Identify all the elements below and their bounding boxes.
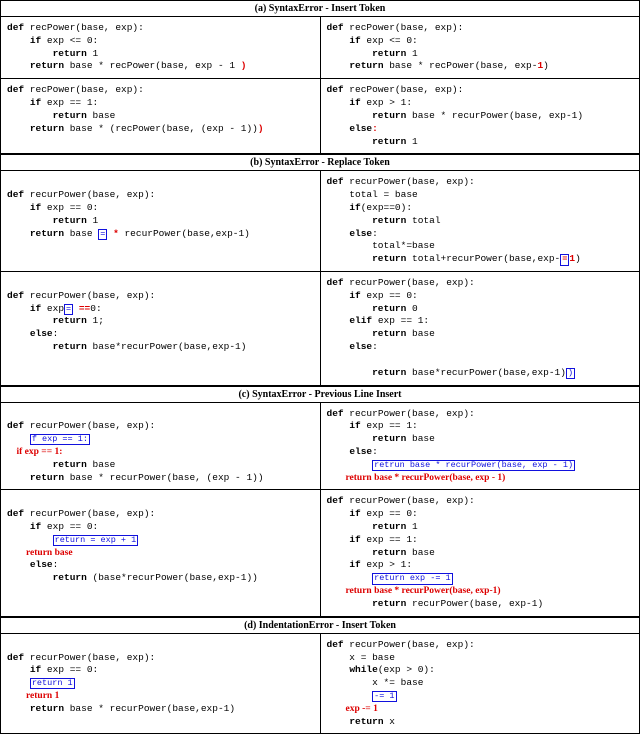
insert-token: ) (241, 60, 247, 71)
cell-b1-left: def recurPower(base, exp): if exp == 0: … (1, 171, 320, 271)
row-d1: def recurPower(base, exp): if exp == 0: … (1, 634, 639, 734)
kw-def: def (7, 22, 24, 33)
orig-token-box: = (98, 229, 107, 240)
section-c-header: (c) SyntaxError - Previous Line Insert (1, 386, 639, 403)
replace-token: 1 (569, 253, 575, 264)
orig-token-box: = (560, 254, 569, 265)
row-a2: def recPower(base, exp): if exp == 1: re… (1, 79, 639, 154)
figure-table: (a) SyntaxError - Insert Token def recPo… (0, 0, 640, 734)
cell-a1-left: def recPower(base, exp): if exp <= 0: re… (1, 17, 320, 78)
orig-token-box: = (64, 304, 73, 315)
insert-line: return base (7, 548, 73, 558)
row-b2: def recurPower(base, exp): if exp= ==0: … (1, 272, 639, 386)
insert-line: exp -= 1 (327, 704, 378, 714)
cell-c1-right: def recurPower(base, exp): if exp == 1: … (320, 403, 640, 490)
cell-c2-right: def recurPower(base, exp): if exp == 0: … (320, 490, 640, 615)
section-a-header: (a) SyntaxError - Insert Token (1, 1, 639, 17)
insert-token: : (372, 123, 378, 134)
prev-line-box: -= 1 (372, 691, 396, 702)
section-b-header: (b) SyntaxError - Replace Token (1, 154, 639, 171)
insert-line: return base * recurPower(base, exp-1) (327, 586, 501, 596)
insert-token: ) (258, 123, 264, 134)
cell-b1-right: def recurPower(base, exp): total = base … (320, 171, 640, 271)
cell-d1-left: def recurPower(base, exp): if exp == 0: … (1, 634, 320, 734)
replace-token: == (79, 303, 90, 314)
cell-b2-left: def recurPower(base, exp): if exp= ==0: … (1, 272, 320, 385)
row-c1: def recurPower(base, exp): f exp == 1: i… (1, 403, 639, 491)
cell-c2-left: def recurPower(base, exp): if exp == 0: … (1, 490, 320, 615)
row-b1: def recurPower(base, exp): if exp == 0: … (1, 171, 639, 272)
orig-token-box: ) (566, 368, 575, 379)
prev-line-box: f exp == 1: (30, 434, 90, 445)
insert-token: 1 (537, 60, 543, 71)
row-a1: def recPower(base, exp): if exp <= 0: re… (1, 17, 639, 79)
replace-token: * (113, 228, 119, 239)
cell-a1-right: def recPower(base, exp): if exp <= 0: re… (320, 17, 640, 78)
cell-a2-left: def recPower(base, exp): if exp == 1: re… (1, 79, 320, 153)
cell-d1-right: def recurPower(base, exp): x = base whil… (320, 634, 640, 734)
section-d-header: (d) IndentationError - Insert Token (1, 617, 639, 634)
prev-line-box: return = exp + 1 (53, 535, 139, 546)
insert-line: if exp == 1: (7, 447, 62, 457)
prev-line-box: retrun base * recurPower(base, exp - 1) (372, 460, 575, 471)
prev-line-box: return exp -= 1 (372, 573, 453, 584)
cell-c1-left: def recurPower(base, exp): f exp == 1: i… (1, 403, 320, 490)
cell-b2-right: def recurPower(base, exp): if exp == 0: … (320, 272, 640, 385)
cell-a2-right: def recPower(base, exp): if exp > 1: ret… (320, 79, 640, 153)
prev-line-box: return 1 (30, 678, 75, 689)
row-c2: def recurPower(base, exp): if exp == 0: … (1, 490, 639, 616)
insert-line: return base * recurPower(base, exp - 1) (327, 473, 506, 483)
insert-line: return 1 (7, 691, 59, 701)
